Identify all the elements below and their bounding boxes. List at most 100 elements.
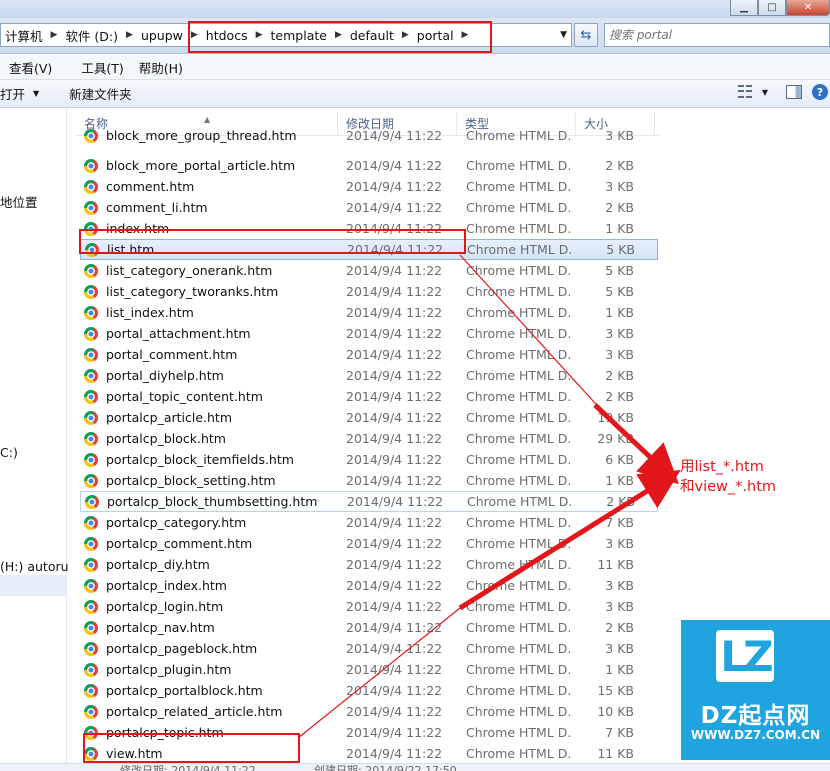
maximize-icon[interactable]: □	[758, 0, 786, 16]
file-row[interactable]: portalcp_index.htm 2014/9/4 11:22 Chrome H…	[80, 575, 658, 596]
file-type: Chrome HTML D...	[466, 263, 572, 278]
new-folder-button[interactable]: 新建文件夹	[51, 84, 144, 103]
breadcrumb-drive-d[interactable]: 软件 (D:)	[63, 26, 120, 45]
file-row[interactable]: list_category_tworanks.htm 2014/9/4 11:22…	[80, 281, 658, 302]
file-date: 2014/9/4 11:22	[346, 641, 443, 656]
file-size: 6 KB	[605, 452, 634, 467]
chrome-html-file-icon	[84, 305, 98, 320]
file-name: portalcp_index.htm	[106, 578, 227, 593]
file-name: portal_topic_content.htm	[106, 389, 263, 404]
nav-selection	[0, 575, 66, 596]
file-type: Chrome HTML D...	[466, 284, 572, 299]
minimize-icon[interactable]: ▁	[730, 0, 758, 16]
file-row[interactable]: portalcp_block_itemfields.htm 2014/9/4 11…	[80, 449, 658, 470]
file-row[interactable]: comment_li.htm 2014/9/4 11:22 Chrome HTML …	[80, 197, 658, 218]
chrome-html-file-icon	[84, 200, 98, 215]
file-size: 1 KB	[605, 305, 634, 320]
file-type: Chrome HTML D...	[466, 128, 572, 143]
breadcrumb-upupw[interactable]: upupw	[139, 28, 185, 43]
file-type: Chrome HTML D...	[466, 725, 572, 740]
file-row[interactable]: comment.htm 2014/9/4 11:22 Chrome HTML D..…	[80, 176, 658, 197]
file-row[interactable]: list_index.htm 2014/9/4 11:22 Chrome HTML …	[80, 302, 658, 323]
menu-tools[interactable]: 工具(T)	[61, 58, 132, 77]
chevron-right-icon[interactable]: ▶	[45, 30, 64, 40]
file-size: 5 KB	[605, 263, 634, 278]
file-type: Chrome HTML D...	[466, 704, 572, 719]
file-date: 2014/9/4 11:22	[346, 662, 443, 677]
file-row[interactable]: block_more_group_thread.htm 2014/9/4 11:2…	[80, 128, 658, 143]
file-name: portalcp_category.htm	[106, 515, 247, 530]
file-date: 2014/9/4 11:22	[346, 389, 443, 404]
nav-item-drive-c[interactable]: C:)	[0, 445, 18, 460]
file-row[interactable]: list_category_onerank.htm 2014/9/4 11:22 C…	[80, 260, 658, 281]
chevron-down-icon[interactable]: ▼	[762, 88, 768, 97]
file-row[interactable]: portalcp_login.htm 2014/9/4 11:22 Chrome H…	[80, 596, 658, 617]
file-row[interactable]: portalcp_nav.htm 2014/9/4 11:22 Chrome HTM…	[80, 617, 658, 638]
file-size: 2 KB	[605, 368, 634, 383]
chrome-html-file-icon	[84, 704, 98, 719]
status-bar: 修改日期: 2014/9/4 11:22 创建日期: 2014/9/22 17:…	[0, 763, 830, 771]
file-date: 2014/9/4 11:22	[346, 431, 443, 446]
file-name: portalcp_related_article.htm	[106, 704, 283, 719]
chevron-down-icon[interactable]: ▼	[33, 89, 39, 98]
file-size: 3 KB	[605, 326, 634, 341]
annotation-line-1: 用list_*.htm	[680, 459, 764, 475]
nav-item-location[interactable]: 地位置	[0, 192, 38, 211]
search-box[interactable]	[604, 23, 830, 47]
file-row[interactable]: portalcp_article.htm 2014/9/4 11:22 Chrome…	[80, 407, 658, 428]
nav-item-drive-h[interactable]: (H:) autoru	[0, 559, 69, 574]
breadcrumb-computer[interactable]: 计算机	[1, 26, 45, 45]
file-row[interactable]: portal_comment.htm 2014/9/4 11:22 Chrome H…	[80, 344, 658, 365]
file-size: 3 KB	[605, 128, 634, 143]
chrome-html-file-icon	[84, 620, 98, 635]
chrome-html-file-icon	[84, 158, 98, 173]
file-row[interactable]: portalcp_block.htm 2014/9/4 11:22 Chrome H…	[80, 428, 658, 449]
file-type: Chrome HTML D...	[466, 368, 572, 383]
file-name: portalcp_block_itemfields.htm	[106, 452, 294, 467]
file-date: 2014/9/4 11:22	[346, 620, 443, 635]
file-date: 2014/9/4 11:22	[346, 578, 443, 593]
menu-view[interactable]: 查看(V)	[0, 58, 61, 77]
file-name: portal_comment.htm	[106, 347, 238, 362]
file-type: Chrome HTML D...	[466, 200, 572, 215]
chrome-html-file-icon	[84, 452, 98, 467]
file-row[interactable]: portal_topic_content.htm 2014/9/4 11:22 Ch…	[80, 386, 658, 407]
address-history-dropdown-icon[interactable]: ▼	[560, 30, 567, 40]
file-name: comment_li.htm	[106, 200, 208, 215]
preview-pane-icon[interactable]	[786, 85, 802, 99]
chrome-html-file-icon	[84, 326, 98, 341]
change-view-icon[interactable]	[737, 85, 754, 99]
file-row[interactable]: portalcp_category.htm 2014/9/4 11:22 Chrom…	[80, 512, 658, 533]
close-icon[interactable]: ✕	[786, 0, 830, 16]
file-row[interactable]: portalcp_comment.htm 2014/9/4 11:22 Chrome…	[80, 533, 658, 554]
file-size: 10 KB	[597, 704, 634, 719]
file-size: 19 KB	[597, 410, 634, 425]
file-row[interactable]: portalcp_block_thumbsetting.htm 2014/9/4 …	[80, 491, 658, 512]
menu-help[interactable]: 帮助(H)	[133, 58, 192, 77]
open-button[interactable]: 打开 ▼	[0, 84, 51, 103]
chrome-html-file-icon	[84, 557, 98, 572]
file-row[interactable]: portalcp_plugin.htm 2014/9/4 11:22 Chrome …	[80, 659, 658, 680]
file-date: 2014/9/4 11:22	[346, 347, 443, 362]
chevron-right-icon[interactable]: ▶	[120, 30, 139, 40]
file-row[interactable]: portalcp_portalblock.htm 2014/9/4 11:22 Ch…	[80, 680, 658, 701]
file-row[interactable]: portal_diyhelp.htm 2014/9/4 11:22 Chrome H…	[80, 365, 658, 386]
file-name: portal_attachment.htm	[106, 326, 251, 341]
logo-badge: LZ	[716, 630, 774, 682]
search-input[interactable]	[609, 28, 799, 42]
file-name: block_more_portal_article.htm	[106, 158, 296, 173]
file-row[interactable]: portalcp_diy.htm 2014/9/4 11:22 Chrome HTM…	[80, 554, 658, 575]
file-type: Chrome HTML D...	[466, 221, 572, 236]
refresh-icon[interactable]: ⇆	[574, 23, 598, 47]
file-row[interactable]: block_more_portal_article.htm 2014/9/4 11…	[80, 155, 658, 176]
file-row[interactable]: portalcp_block_setting.htm 2014/9/4 11:22…	[80, 470, 658, 491]
chrome-html-file-icon	[85, 494, 99, 509]
file-name: comment.htm	[106, 179, 195, 194]
file-row[interactable]: portalcp_pageblock.htm 2014/9/4 11:22 Chro…	[80, 638, 658, 659]
file-date: 2014/9/4 11:22	[346, 557, 443, 572]
view-controls: ▼ ?	[737, 84, 830, 100]
file-row[interactable]: portal_attachment.htm 2014/9/4 11:22 Chrom…	[80, 323, 658, 344]
file-row[interactable]: portalcp_related_article.htm 2014/9/4 11:…	[80, 701, 658, 722]
file-name: portalcp_comment.htm	[106, 536, 253, 551]
help-icon[interactable]: ?	[812, 84, 828, 100]
